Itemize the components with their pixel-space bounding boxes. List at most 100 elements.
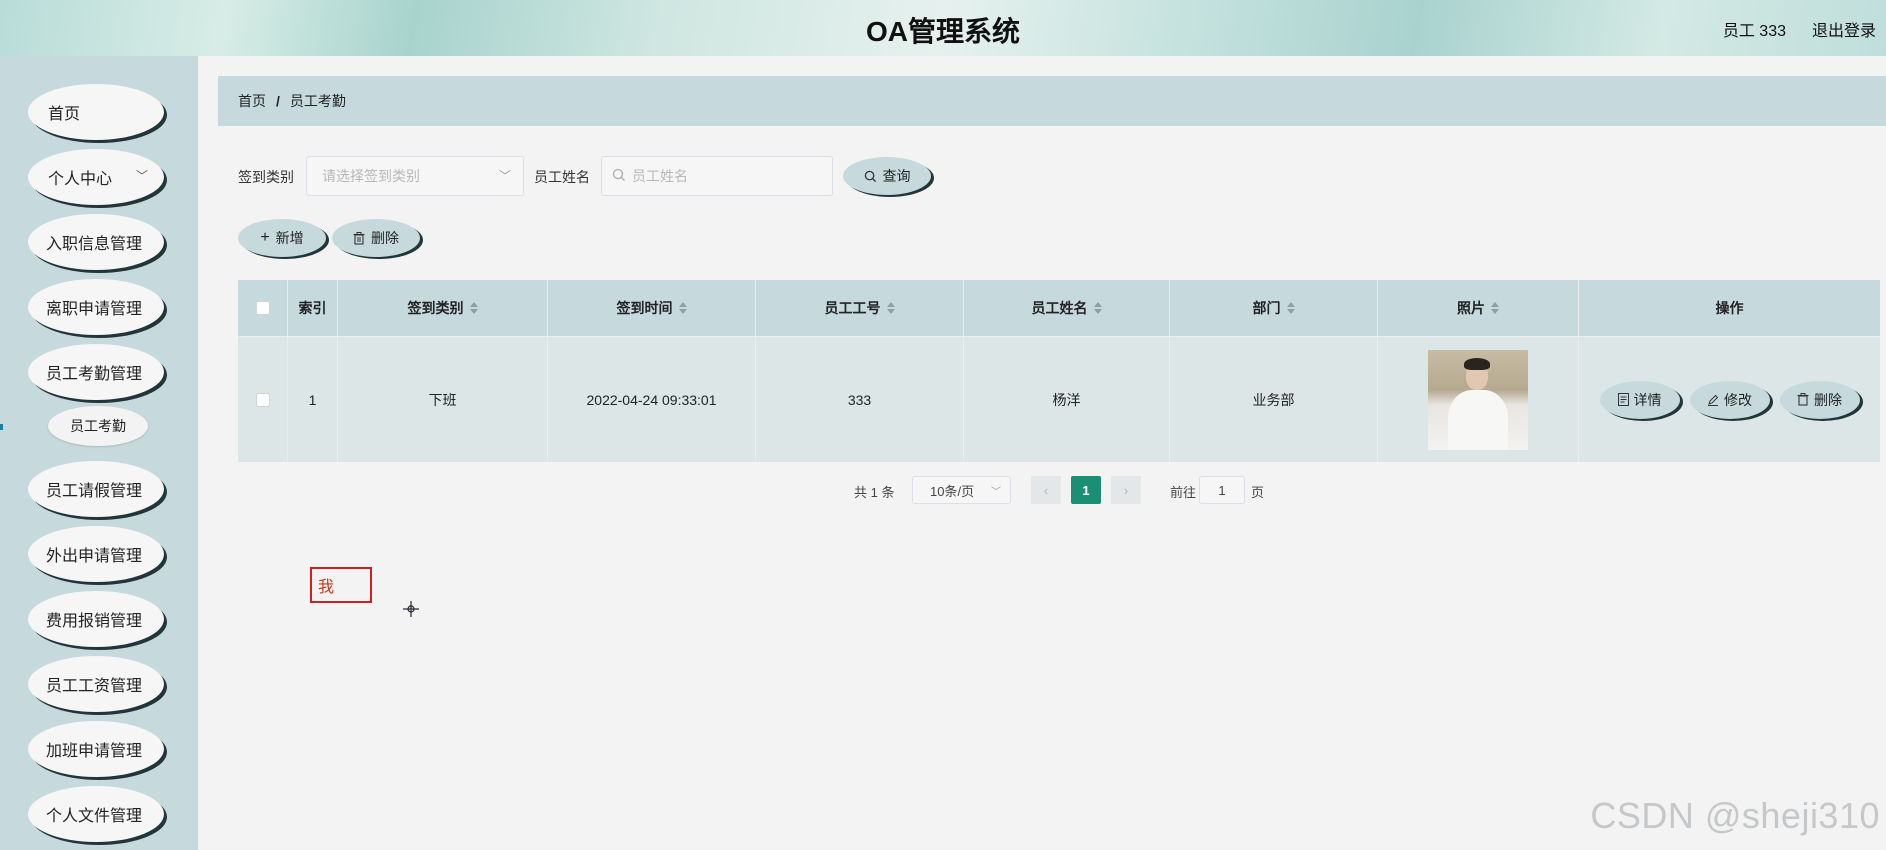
header-photo[interactable]: 照片 [1378, 280, 1579, 336]
sidebar-item-attendance[interactable]: 员工考勤管理 [28, 344, 164, 400]
cell-dept: 业务部 [1170, 337, 1378, 462]
page-number-current[interactable]: 1 [1071, 476, 1101, 504]
app-title: OA管理系统 [865, 16, 1020, 47]
header-index: 索引 [288, 280, 338, 336]
sidebar-item-label: 费用报销管理 [46, 613, 143, 630]
sidebar-item-salary[interactable]: 员工工资管理 [28, 656, 164, 712]
header-label: 员工工号 [824, 300, 881, 316]
edit-button-label: 修改 [1724, 391, 1752, 408]
attendance-table: 索引 签到类别 签到时间 员工工号 员工姓名 部门 照片 操作 1 下班 202… [238, 280, 1880, 462]
sidebar-item-label: 员工工资管理 [46, 678, 143, 695]
trash-icon [1797, 393, 1809, 406]
sidebar-item-label: 个人文件管理 [46, 808, 143, 825]
name-placeholder: 员工姓名 [632, 168, 688, 184]
header-label: 签到时间 [616, 300, 673, 316]
sidebar-item-files[interactable]: 个人文件管理 [28, 786, 164, 842]
sort-icon[interactable] [678, 302, 687, 314]
cell-time: 2022-04-24 09:33:01 [548, 337, 756, 462]
checkbox[interactable] [255, 301, 270, 315]
employee-photo[interactable] [1428, 349, 1528, 450]
header-emp-no[interactable]: 员工工号 [756, 280, 964, 336]
row-select[interactable] [238, 337, 288, 462]
document-icon [1617, 393, 1629, 406]
sort-icon[interactable] [469, 302, 478, 314]
checkbox[interactable] [255, 392, 270, 407]
sidebar-item-expense[interactable]: 费用报销管理 [28, 591, 164, 647]
logout-link[interactable]: 退出登录 [1812, 17, 1876, 41]
sidebar-item-outing[interactable]: 外出申请管理 [28, 526, 164, 582]
goto-page-input[interactable]: 1 [1199, 476, 1245, 504]
sidebar-item-label: 外出申请管理 [46, 548, 143, 565]
sidebar-subitem-label: 员工考勤 [70, 418, 126, 434]
sidebar-item-home[interactable]: 首页 [28, 84, 164, 140]
page-size-select[interactable]: 10条/页 ﹀ [912, 476, 1011, 504]
detail-button[interactable]: 详情 [1599, 380, 1680, 419]
header-emp-name[interactable]: 员工姓名 [964, 280, 1170, 336]
sort-icon[interactable] [1286, 302, 1295, 314]
sort-icon[interactable] [1491, 302, 1499, 314]
chevron-down-icon: ﹀ [135, 169, 148, 183]
ime-input-box[interactable]: 我 [310, 567, 372, 603]
sidebar-item-label: 员工考勤管理 [46, 366, 143, 383]
query-button-label: 查询 [882, 168, 911, 184]
app-header: OA管理系统 员工 333 退出登录 [0, 0, 1886, 56]
sidebar-item-overtime[interactable]: 加班申请管理 [28, 721, 164, 777]
sidebar: 首页 个人中心 ﹀ 入职信息管理 离职申请管理 员工考勤管理 员工考勤 员工请假管… [0, 56, 198, 850]
breadcrumb: 首页 / 员工考勤 [218, 76, 1886, 126]
header-time[interactable]: 签到时间 [548, 280, 756, 336]
name-search-input[interactable]: 员工姓名 [601, 156, 833, 196]
header-label: 签到类别 [407, 300, 464, 316]
header-dept[interactable]: 部门 [1170, 280, 1378, 336]
chevron-left-icon: ‹ [1043, 482, 1049, 498]
detail-button-label: 详情 [1633, 391, 1662, 408]
sidebar-item-label: 离职申请管理 [46, 301, 143, 318]
chevron-down-icon: ﹀ [498, 169, 511, 183]
add-button-label: 新增 [275, 230, 304, 246]
delete-button-label: 删除 [371, 230, 399, 246]
table-row: 1 下班 2022-04-24 09:33:01 333 杨洋 业务部 详情 修… [238, 336, 1880, 462]
pagination-total: 共 1 条 [854, 485, 895, 500]
sort-icon[interactable] [1093, 302, 1102, 314]
sidebar-item-label: 个人中心 [48, 171, 113, 188]
query-button[interactable]: 查询 [843, 157, 931, 195]
header-label: 照片 [1457, 300, 1485, 316]
header-select-all[interactable] [238, 280, 288, 336]
edit-button[interactable]: 修改 [1689, 380, 1770, 419]
sidebar-subitem-attendance[interactable]: 员工考勤 [48, 406, 148, 446]
chevron-right-icon: › [1123, 482, 1129, 498]
header-label: 索引 [298, 300, 327, 316]
current-user: 员工 333 [1722, 23, 1786, 40]
table-header: 索引 签到类别 签到时间 员工工号 员工姓名 部门 照片 操作 [238, 280, 1880, 336]
cell-photo [1378, 337, 1579, 462]
prev-page-button[interactable]: ‹ [1031, 476, 1061, 504]
next-page-button[interactable]: › [1111, 476, 1141, 504]
crosshair-cursor-icon [403, 601, 419, 617]
header-label: 员工姓名 [1031, 300, 1088, 316]
edge-marker [0, 424, 3, 430]
chevron-down-icon: ﹀ [991, 487, 1001, 498]
name-label: 员工姓名 [534, 169, 590, 185]
plus-icon: + [260, 229, 270, 246]
header-category[interactable]: 签到类别 [338, 280, 548, 336]
cell-index: 1 [288, 337, 338, 462]
header-actions: 操作 [1579, 280, 1880, 336]
search-icon [612, 168, 625, 181]
trash-icon [353, 231, 365, 245]
edit-icon [1708, 394, 1719, 406]
row-delete-button[interactable]: 删除 [1779, 380, 1860, 419]
breadcrumb-home[interactable]: 首页 [238, 91, 266, 111]
sidebar-item-personal-center[interactable]: 个人中心 ﹀ [28, 149, 164, 205]
breadcrumb-current: 员工考勤 [289, 93, 346, 109]
delete-button[interactable]: 删除 [332, 219, 420, 257]
sidebar-item-onboarding[interactable]: 入职信息管理 [28, 214, 164, 270]
add-button[interactable]: + 新增 [238, 219, 326, 257]
ime-text: 我 [318, 579, 335, 596]
sidebar-item-label: 加班申请管理 [46, 743, 143, 760]
category-placeholder: 请选择签到类别 [322, 168, 420, 184]
sidebar-item-leave[interactable]: 员工请假管理 [28, 461, 164, 517]
category-select[interactable]: 请选择签到类别 ﹀ [306, 156, 524, 196]
sort-icon[interactable] [886, 302, 895, 314]
sidebar-item-label: 首页 [48, 106, 81, 123]
sidebar-item-resignation[interactable]: 离职申请管理 [28, 279, 164, 335]
cell-category: 下班 [338, 337, 548, 462]
